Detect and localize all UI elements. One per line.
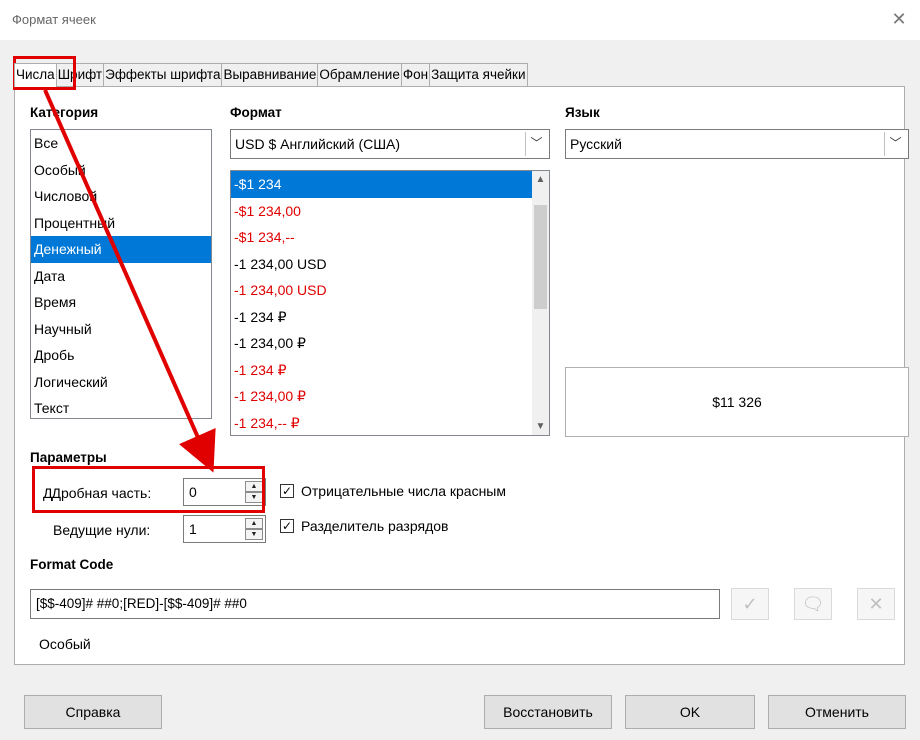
category-item[interactable]: Время <box>31 289 211 316</box>
tab-bar: Числа Шрифт Эффекты шрифта Выравнивание … <box>14 63 528 87</box>
format-description: Особый <box>39 636 91 652</box>
category-item[interactable]: Особый <box>31 157 211 184</box>
title-bar: Формат ячеек ✕ <box>0 0 920 40</box>
category-item[interactable]: Научный <box>31 316 211 343</box>
category-header: Категория <box>30 105 99 120</box>
scrollbar-thumb[interactable] <box>534 205 547 309</box>
preview-value: $11 326 <box>712 394 762 410</box>
format-item[interactable]: -1 234,-- ₽ <box>231 410 532 436</box>
format-preview: $11 326 <box>565 367 909 437</box>
category-item[interactable]: Числовой <box>31 183 211 210</box>
category-item[interactable]: Все <box>31 130 211 157</box>
tab-panel: Категория Формат Язык Все Особый Числово… <box>14 86 909 665</box>
format-item-selected[interactable]: -$1 234 <box>231 171 532 198</box>
scroll-down-icon[interactable]: ▼ <box>532 418 549 435</box>
cancel-button[interactable]: Отменить <box>768 695 906 729</box>
chevron-down-icon[interactable]: ﹀ <box>884 132 906 156</box>
spin-up-icon[interactable]: ▲ <box>245 518 263 529</box>
currency-format-combo[interactable]: USD $ Английский (США) ﹀ <box>230 129 550 159</box>
category-item[interactable]: Текст <box>31 395 211 418</box>
category-item[interactable]: Процентный <box>31 210 211 237</box>
format-item[interactable]: -1 234,00 USD <box>231 251 532 278</box>
tab-cell-protection[interactable]: Защита ячейки <box>429 63 528 86</box>
thousands-separator-checkbox[interactable]: ✓ <box>280 519 294 533</box>
scroll-up-icon[interactable]: ▲ <box>532 171 549 188</box>
tab-background[interactable]: Фон <box>400 63 431 86</box>
tab-alignment[interactable]: Выравнивание <box>221 63 319 86</box>
format-item[interactable]: -1 234 ₽ <box>231 357 532 384</box>
params-header: Параметры <box>30 450 107 465</box>
category-item-selected[interactable]: Денежный <box>31 236 211 263</box>
tab-font-effects[interactable]: Эффекты шрифта <box>103 63 223 86</box>
category-item[interactable]: Логический <box>31 369 211 396</box>
leading-zeros-value: 1 <box>189 521 197 537</box>
language-combo[interactable]: Русский ﹀ <box>565 129 909 159</box>
highlight-box-decimal <box>32 466 265 513</box>
ok-button[interactable]: OK <box>625 695 755 729</box>
format-item[interactable]: -1 234,00 ₽ <box>231 383 532 410</box>
leading-zeros-label: Ведущие нули: <box>53 522 151 538</box>
format-item[interactable]: -1 234,00 ₽ <box>231 330 532 357</box>
format-item[interactable]: -$1 234,-- <box>231 224 532 251</box>
format-item[interactable]: -1 234,00 USD <box>231 277 532 304</box>
language-value: Русский <box>570 136 622 152</box>
delete-icon[interactable]: ✕ <box>857 588 895 620</box>
format-code-value: [$$-409]# ##0;[RED]-[$$-409]# ##0 <box>36 596 247 611</box>
spin-down-icon[interactable]: ▼ <box>245 529 263 540</box>
format-list[interactable]: -$1 234 -$1 234,00 -$1 234,-- -1 234,00 … <box>230 170 550 436</box>
reset-button[interactable]: Восстановить <box>484 695 612 729</box>
tab-numbers[interactable]: Числа <box>14 63 57 87</box>
close-icon[interactable]: ✕ <box>888 8 910 30</box>
format-code-header: Format Code <box>30 557 114 572</box>
format-item[interactable]: -1 234 ₽ <box>231 304 532 331</box>
dialog-title: Формат ячеек <box>12 12 96 27</box>
format-list-scrollbar[interactable]: ▲ ▼ <box>532 171 549 435</box>
check-icon[interactable]: ✓ <box>731 588 769 620</box>
category-list[interactable]: Все Особый Числовой Процентный Денежный … <box>30 129 212 419</box>
comment-icon[interactable]: 🗨 <box>794 588 832 620</box>
tab-borders[interactable]: Обрамление <box>317 63 402 86</box>
category-item[interactable]: Дата <box>31 263 211 290</box>
thousands-separator-label: Разделитель разрядов <box>301 518 449 534</box>
language-header: Язык <box>565 105 600 120</box>
leading-zeros-spinner[interactable]: 1 ▲ ▼ <box>183 515 266 543</box>
negative-red-checkbox[interactable]: ✓ <box>280 484 294 498</box>
category-item[interactable]: Дробь <box>31 342 211 369</box>
format-header: Формат <box>230 105 282 120</box>
currency-format-value: USD $ Английский (США) <box>235 136 401 152</box>
format-item[interactable]: -$1 234,00 <box>231 198 532 225</box>
negative-red-label: Отрицательные числа красным <box>301 483 506 499</box>
help-button[interactable]: Справка <box>24 695 162 729</box>
chevron-down-icon[interactable]: ﹀ <box>525 132 547 156</box>
format-code-input[interactable]: [$$-409]# ##0;[RED]-[$$-409]# ##0 <box>30 589 720 619</box>
